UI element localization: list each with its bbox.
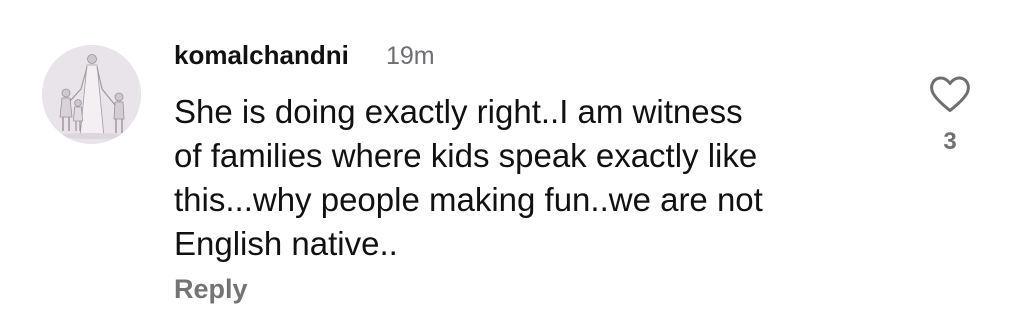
username[interactable]: komalchandni: [174, 40, 349, 71]
comment-text-line: She is doing exactly right..I am witness: [174, 93, 743, 130]
avatar-family-illustration-icon: [42, 45, 141, 144]
reply-button[interactable]: Reply: [174, 274, 248, 305]
like-button[interactable]: [928, 74, 972, 114]
comment-item: komalchandni 19m She is doing exactly ri…: [0, 0, 1024, 328]
timestamp: 19m: [386, 42, 435, 70]
comment-text: She is doing exactly right..I am witness…: [174, 90, 894, 266]
comment-text-line: English native..: [174, 225, 398, 262]
comment-text-line: this...why people making fun..we are not: [174, 181, 763, 218]
comment-text-line: of families where kids speak exactly lik…: [174, 137, 758, 174]
like-count: 3: [943, 128, 957, 155]
avatar[interactable]: [42, 45, 141, 144]
heart-icon: [930, 76, 970, 112]
